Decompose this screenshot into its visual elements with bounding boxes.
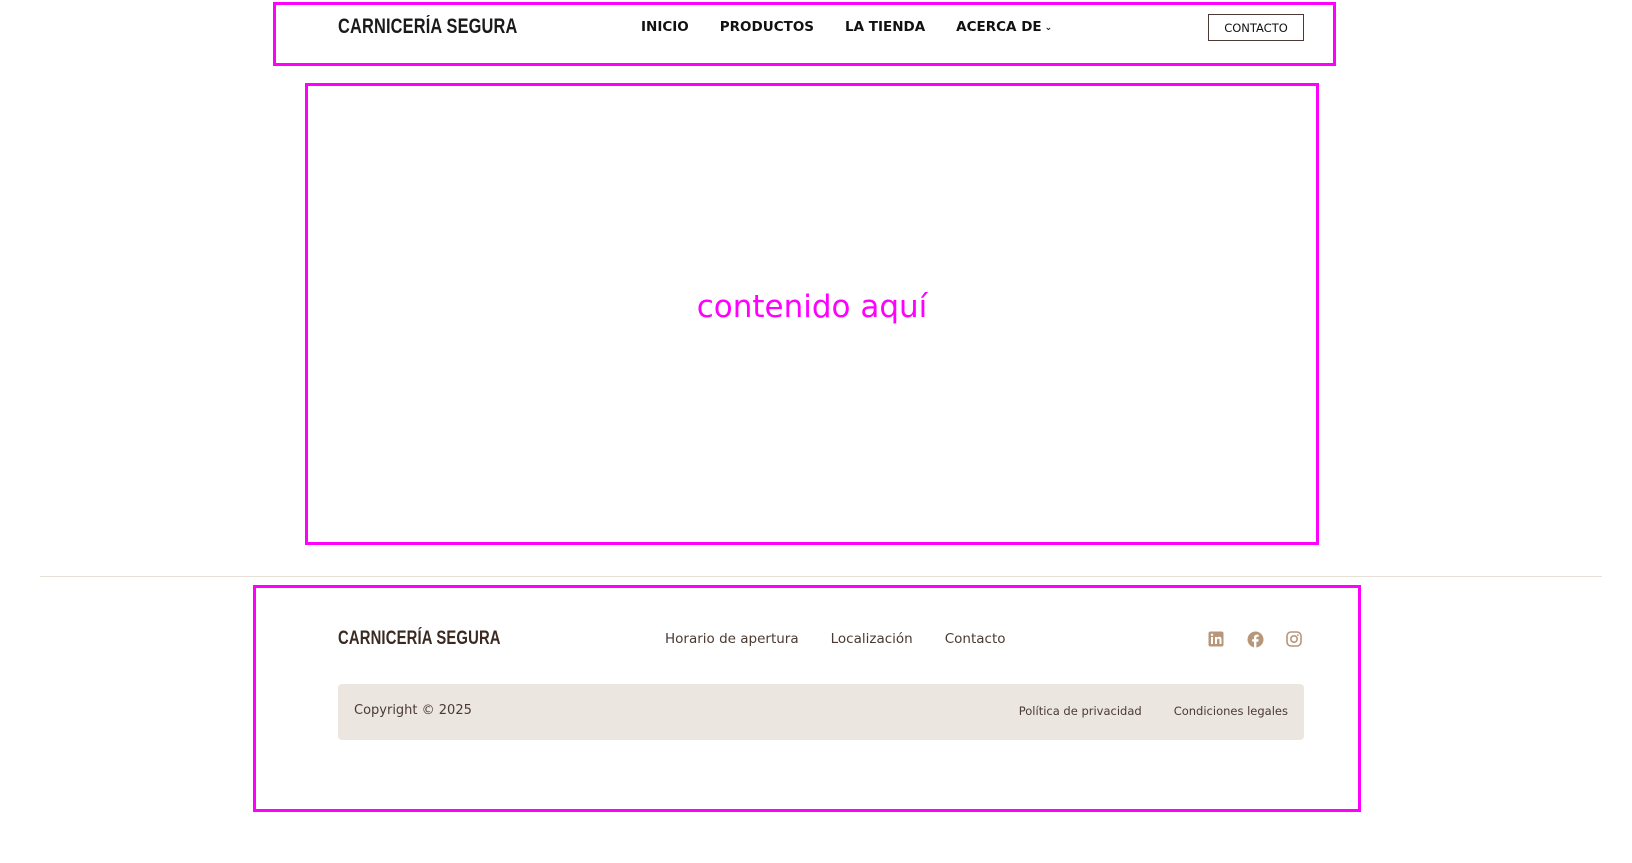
footer-link-localizacion[interactable]: Localización <box>831 631 913 647</box>
footer-link-horario[interactable]: Horario de apertura <box>665 631 799 647</box>
footer-bottom-bar: Copyright © 2025 Política de privacidad … <box>338 684 1304 740</box>
nav-item-productos[interactable]: PRODUCTOS <box>720 19 814 35</box>
footer-divider <box>40 576 1602 577</box>
nav-item-la-tienda[interactable]: LA TIENDA <box>845 19 925 35</box>
main-nav: INICIO PRODUCTOS LA TIENDA ACERCA DE ⌄ <box>641 19 1052 35</box>
site-logo[interactable]: CARNICERÍA SEGURA <box>338 15 518 39</box>
footer-link-contacto[interactable]: Contacto <box>945 631 1006 647</box>
chevron-down-icon: ⌄ <box>1044 23 1053 33</box>
contact-button[interactable]: CONTACTO <box>1208 14 1304 41</box>
nav-item-acerca-de-label: ACERCA DE <box>956 19 1042 35</box>
nav-item-inicio[interactable]: INICIO <box>641 19 689 35</box>
legal-links: Política de privacidad Condiciones legal… <box>987 704 1288 718</box>
instagram-icon[interactable] <box>1285 630 1303 648</box>
footer-links: Horario de apertura Localización Contact… <box>665 631 1006 647</box>
facebook-icon[interactable] <box>1246 630 1264 648</box>
footer-logo[interactable]: CARNICERÍA SEGURA <box>338 628 501 650</box>
legal-link-condiciones[interactable]: Condiciones legales <box>1174 704 1288 718</box>
nav-item-acerca-de[interactable]: ACERCA DE ⌄ <box>956 19 1052 35</box>
linkedin-icon[interactable] <box>1207 630 1225 648</box>
content-placeholder: contenido aquí <box>696 289 928 325</box>
copyright-text: Copyright © 2025 <box>354 703 472 718</box>
legal-link-privacidad[interactable]: Política de privacidad <box>1019 704 1142 718</box>
